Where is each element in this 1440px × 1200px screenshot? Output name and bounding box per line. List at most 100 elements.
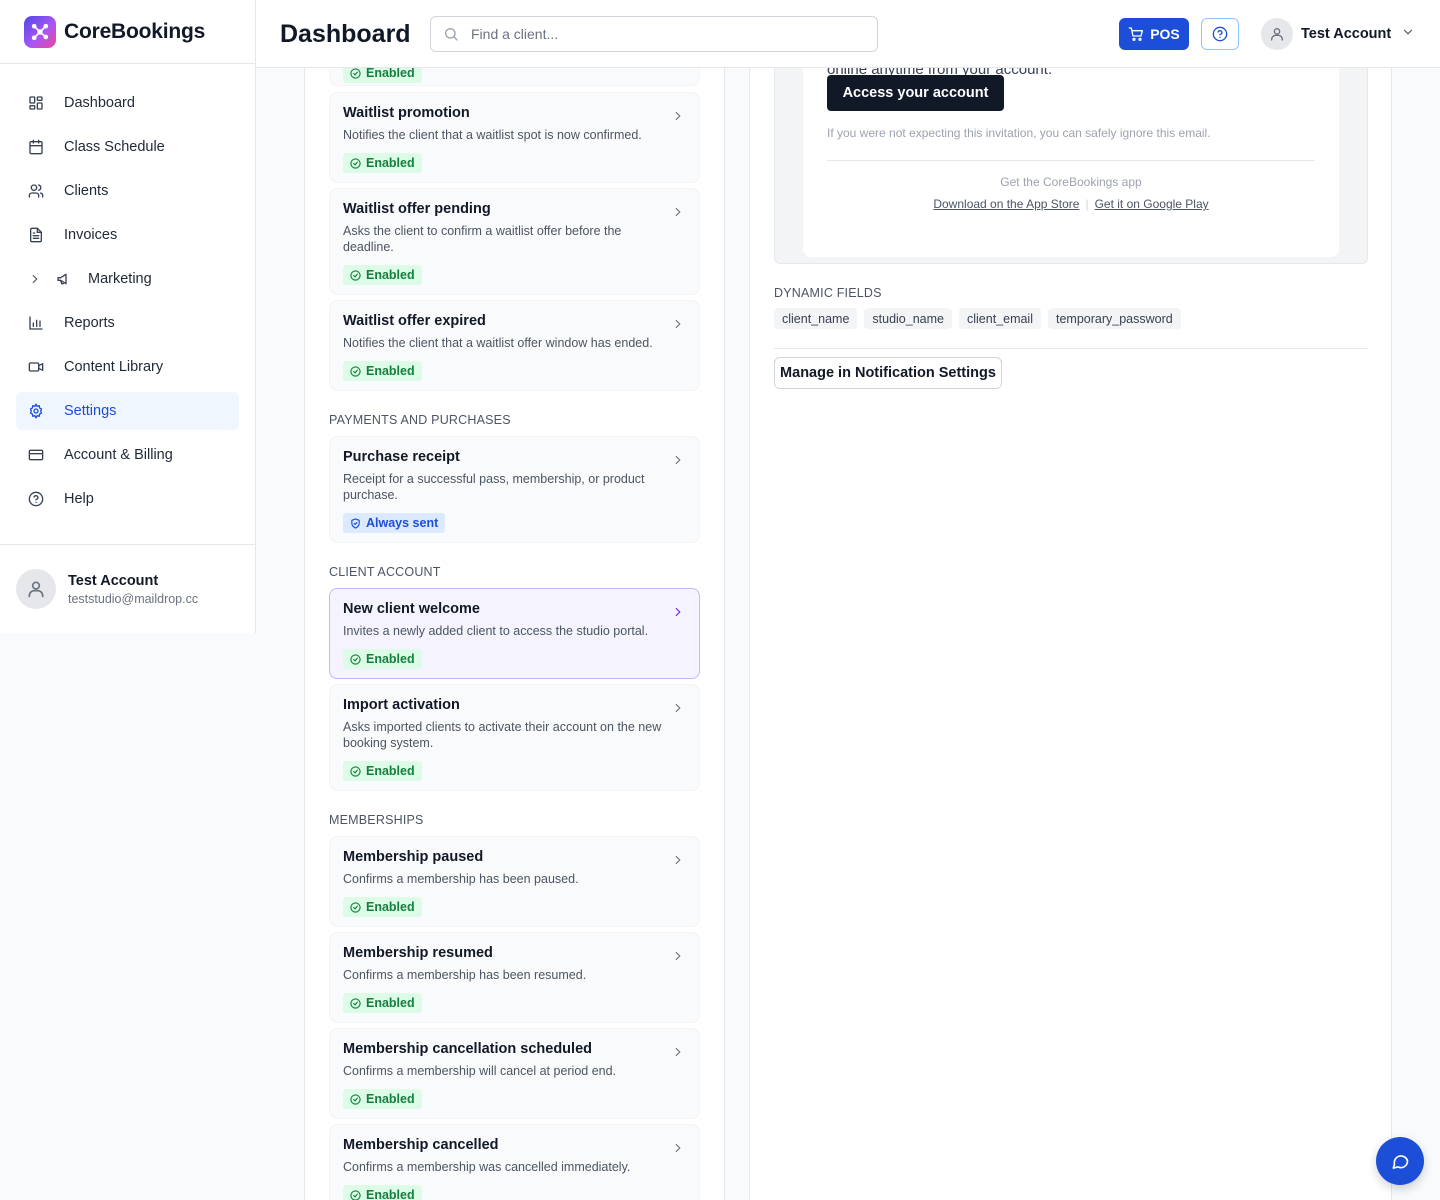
- notification-card-membership-cancellation-scheduled[interactable]: Membership cancellation scheduled Confir…: [329, 1028, 700, 1119]
- check-circle-icon: [350, 901, 361, 913]
- status-badge: Enabled: [343, 897, 422, 917]
- sidebar-item-class-schedule[interactable]: Class Schedule: [16, 128, 239, 166]
- sidebar-item-label: Account & Billing: [64, 447, 173, 463]
- client-search[interactable]: [430, 16, 878, 52]
- help-button[interactable]: [1201, 18, 1239, 50]
- check-circle-icon: [350, 157, 361, 169]
- chevron-right-icon: [671, 605, 685, 624]
- divider: [827, 160, 1315, 161]
- field-chip: studio_name: [864, 308, 952, 329]
- document-icon: [28, 227, 44, 243]
- manage-notification-settings-button[interactable]: Manage in Notification Settings: [774, 357, 1002, 389]
- card-description: Confirms a membership will cancel at per…: [343, 1064, 617, 1078]
- status-badge: Enabled: [343, 361, 422, 381]
- sidebar-item-label: Settings: [64, 403, 117, 419]
- brand[interactable]: CoreBookings: [0, 0, 255, 64]
- app-name: CoreBookings: [64, 19, 206, 43]
- chevron-right-icon: [671, 109, 685, 128]
- dashboard-icon: [28, 95, 44, 111]
- bar-chart-icon: [28, 315, 44, 331]
- card-title: Membership resumed: [343, 945, 493, 961]
- card-description: Confirms a membership has been paused.: [343, 872, 579, 886]
- page-title: Dashboard: [280, 20, 411, 48]
- notification-card-waitlist-offer-expired[interactable]: Waitlist offer expired Notifies the clie…: [329, 300, 700, 391]
- gear-icon: [28, 403, 44, 419]
- sidebar-item-label: Clients: [64, 183, 109, 199]
- sidebar-item-label: Help: [64, 491, 94, 507]
- corebookings-logo-icon: [24, 15, 56, 48]
- sidebar-item-content-library[interactable]: Content Library: [16, 348, 239, 386]
- card-description: Asks the client to confirm a waitlist of…: [343, 224, 622, 254]
- sidebar-item-settings[interactable]: Settings: [16, 392, 239, 430]
- sidebar-item-marketing[interactable]: Marketing: [16, 260, 239, 298]
- sidebar-item-label: Class Schedule: [64, 139, 165, 155]
- section-label-client-account: CLIENT ACCOUNT: [329, 565, 441, 579]
- status-badge: Enabled: [343, 1089, 422, 1109]
- card-title: Membership cancellation scheduled: [343, 1041, 592, 1057]
- chat-button[interactable]: [1376, 1137, 1424, 1185]
- access-account-button[interactable]: Access your account: [827, 75, 1004, 111]
- check-circle-icon: [350, 365, 361, 377]
- sidebar: CoreBookings Dashboard Class Schedule Cl…: [0, 0, 256, 633]
- card-description: Notifies the client that a waitlist offe…: [343, 336, 653, 350]
- sidebar-item-account-billing[interactable]: Account & Billing: [16, 436, 239, 474]
- chevron-down-icon: [1401, 25, 1415, 44]
- account-name: Test Account: [68, 572, 159, 589]
- notification-card-membership-paused[interactable]: Membership paused Confirms a membership …: [329, 836, 700, 927]
- store-links: Download on the App Store | Get it on Goog…: [803, 197, 1339, 211]
- card-description: Notifies the client that a waitlist spot…: [343, 128, 642, 142]
- avatar: [16, 569, 56, 609]
- field-chip: client_name: [774, 308, 858, 329]
- google-play-link[interactable]: Get it on Google Play: [1095, 197, 1209, 211]
- section-label-payments: PAYMENTS AND PURCHASES: [329, 413, 511, 427]
- chevron-right-icon: [671, 453, 685, 472]
- calendar-icon: [28, 139, 44, 155]
- notification-card-membership-resumed[interactable]: Membership resumed Confirms a membership…: [329, 932, 700, 1023]
- sidebar-item-reports[interactable]: Reports: [16, 304, 239, 342]
- notification-card-waitlist-promotion[interactable]: Waitlist promotion Notifies the client t…: [329, 92, 700, 183]
- user-menu[interactable]: Test Account: [1261, 18, 1415, 50]
- sidebar-item-label: Reports: [64, 315, 115, 331]
- pos-button[interactable]: POS: [1119, 18, 1189, 50]
- notification-card-purchase-receipt[interactable]: Purchase receipt Receipt for a successfu…: [329, 436, 700, 543]
- sidebar-item-clients[interactable]: Clients: [16, 172, 239, 210]
- notification-card-new-client-welcome[interactable]: New client welcome Invites a newly added…: [329, 588, 700, 679]
- notification-card-waitlist-offer-pending[interactable]: Waitlist offer pending Asks the client t…: [329, 188, 700, 295]
- notification-card-membership-cancelled[interactable]: Membership cancelled Confirms a membersh…: [329, 1124, 700, 1200]
- check-circle-icon: [350, 269, 361, 281]
- status-badge: Enabled: [343, 761, 422, 781]
- notification-card-import-activation[interactable]: Import activation Asks imported clients …: [329, 684, 700, 791]
- search-input[interactable]: [471, 26, 851, 42]
- account-email: teststudio@maildrop.cc: [68, 591, 199, 606]
- notification-detail: online anytime from your account. Access…: [749, 68, 1392, 1200]
- chevron-right-icon[interactable]: [28, 272, 44, 286]
- user-name: Test Account: [1301, 26, 1392, 42]
- check-circle-icon: [350, 68, 361, 79]
- card-description: Confirms a membership was cancelled imme…: [343, 1160, 631, 1174]
- card-title: Waitlist offer pending: [343, 201, 491, 217]
- status-badge: Enabled: [343, 1185, 422, 1200]
- status-badge: Enabled: [343, 649, 422, 669]
- sidebar-item-dashboard[interactable]: Dashboard: [16, 84, 239, 122]
- app-promo-text: Get the CoreBookings app: [1000, 175, 1142, 189]
- ignore-note: If you were not expecting this invitatio…: [827, 126, 1211, 140]
- card-title: Import activation: [343, 697, 460, 713]
- field-chip: client_email: [958, 308, 1041, 329]
- check-circle-icon: [350, 765, 361, 777]
- sidebar-account[interactable]: Test Account teststudio@maildrop.cc: [0, 544, 255, 633]
- sidebar-item-invoices[interactable]: Invoices: [16, 216, 239, 254]
- help-circle-icon: [1212, 26, 1228, 42]
- status-badge: Enabled: [343, 993, 422, 1013]
- app-store-link[interactable]: Download on the App Store: [933, 197, 1079, 211]
- notification-card[interactable]: Enabled: [329, 68, 700, 86]
- sidebar-item-help[interactable]: Help: [16, 480, 239, 518]
- notification-list: Enabled Waitlist promotion Notifies the …: [304, 68, 725, 1200]
- status-badge: Enabled: [343, 68, 422, 83]
- megaphone-icon: [56, 271, 72, 287]
- check-circle-icon: [350, 1093, 361, 1105]
- user-icon: [1271, 28, 1283, 41]
- help-circle-icon: [28, 491, 44, 507]
- card-description: Confirms a membership has been resumed.: [343, 968, 587, 982]
- sidebar-item-label: Invoices: [64, 227, 118, 243]
- user-icon: [28, 581, 44, 598]
